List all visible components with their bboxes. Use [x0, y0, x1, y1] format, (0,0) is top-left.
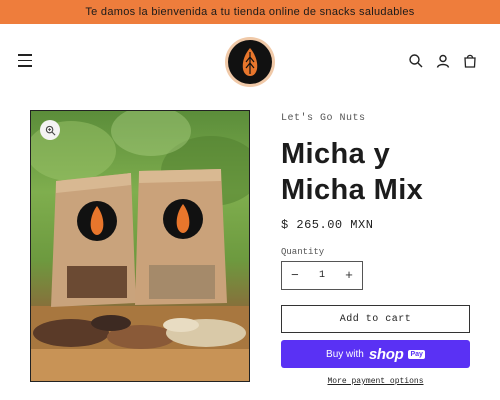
announcement-text: Te damos la bienvenida a tu tienda onlin… — [85, 6, 415, 18]
product-vendor: Let's Go Nuts — [281, 113, 366, 124]
store-logo[interactable] — [225, 37, 275, 87]
quantity-stepper: − 1 + — [281, 261, 363, 290]
quantity-decrease-button[interactable]: − — [291, 269, 299, 282]
product-title: Micha y Micha Mix — [281, 138, 424, 206]
pay-badge: Pay — [408, 349, 425, 359]
announcement-bar: Te damos la bienvenida a tu tienda onlin… — [0, 0, 500, 24]
quantity-increase-button[interactable]: + — [345, 269, 353, 282]
header-icons — [408, 53, 478, 69]
hamburger-menu-icon[interactable] — [18, 54, 34, 68]
product-price: $ 265.00 MXN — [281, 218, 374, 232]
almond-logo-icon — [228, 40, 272, 84]
add-to-cart-button[interactable]: Add to cart — [281, 305, 470, 333]
product-image[interactable] — [30, 110, 250, 382]
shop-pay-logo: shop — [368, 345, 404, 363]
shop-pay-button[interactable]: Buy with shop Pay — [281, 340, 470, 368]
buy-with-label: Buy with — [326, 348, 364, 360]
zoom-icon[interactable] — [40, 120, 60, 140]
more-payment-options-link[interactable]: More payment options — [281, 377, 470, 386]
quantity-input[interactable]: 1 — [319, 270, 325, 281]
cart-icon[interactable] — [462, 53, 478, 69]
quantity-label: Quantity — [281, 247, 325, 257]
site-header — [0, 24, 500, 98]
account-icon[interactable] — [435, 53, 451, 69]
search-icon[interactable] — [408, 53, 424, 69]
nut-bags-photo — [31, 111, 249, 381]
add-to-cart-label: Add to cart — [339, 313, 412, 325]
